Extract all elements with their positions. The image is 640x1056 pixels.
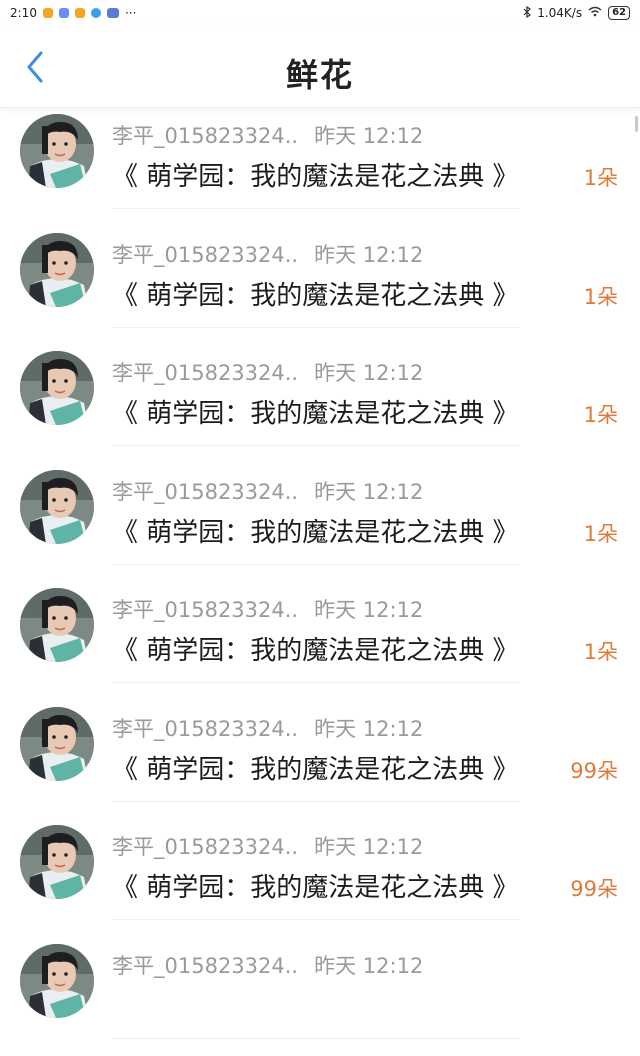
- scrollbar[interactable]: [635, 116, 638, 132]
- notification-app-icon: [75, 8, 85, 18]
- more-notifications: ···: [125, 6, 136, 20]
- timestamp: 昨天 12:12: [314, 717, 423, 741]
- header: 鲜花: [0, 26, 640, 108]
- timestamp: 昨天 12:12: [314, 361, 423, 385]
- list-item[interactable]: 李平_015823324.. 昨天 12:12 《 萌学园：我的魔法是花之法典 》…: [0, 582, 640, 701]
- user-name[interactable]: 李平_015823324..: [112, 835, 298, 859]
- book-title[interactable]: 《 萌学园：我的魔法是花之法典 》: [112, 749, 519, 786]
- status-left: 2:10 ···: [10, 6, 136, 20]
- timestamp: 昨天 12:12: [314, 835, 423, 859]
- divider: [112, 919, 520, 920]
- timestamp: 昨天 12:12: [314, 243, 423, 267]
- user-avatar[interactable]: [20, 351, 94, 425]
- list-item[interactable]: 李平_015823324.. 昨天 12:12 《 萌学园：我的魔法是花之法典 》…: [0, 345, 640, 464]
- row-meta: 李平_015823324..昨天 12:12: [112, 950, 423, 980]
- divider: [112, 682, 520, 683]
- row-meta: 李平_015823324.. 昨天 12:12: [112, 831, 423, 861]
- user-name[interactable]: 李平_015823324..: [112, 480, 298, 504]
- network-speed: 1.04K/s: [537, 6, 582, 20]
- book-title[interactable]: 《 萌学园：我的魔法是花之法典 》: [112, 393, 519, 430]
- user-avatar[interactable]: [20, 707, 94, 781]
- list-item[interactable]: 李平_015823324.. 昨天 12:12 《 萌学园：我的魔法是花之法典 》…: [0, 464, 640, 583]
- user-name[interactable]: 李平_015823324..: [112, 124, 298, 148]
- row-meta: 李平_015823324.. 昨天 12:12: [112, 476, 423, 506]
- notification-app-icon: [107, 8, 119, 18]
- book-title[interactable]: 《 萌学园：我的魔法是花之法典 》: [112, 156, 519, 193]
- divider: [112, 564, 520, 565]
- notification-app-icon: [43, 8, 53, 18]
- flower-count: 1朵: [584, 399, 618, 429]
- row-meta: 李平_015823324.. 昨天 12:12: [112, 120, 423, 150]
- book-title[interactable]: 《 萌学园：我的魔法是花之法典 》: [112, 867, 519, 904]
- divider: [112, 1038, 520, 1039]
- list-item[interactable]: 李平_015823324.. 昨天 12:12 《 萌学园：我的魔法是花之法典 》…: [0, 108, 640, 227]
- battery-level: 62: [608, 6, 630, 20]
- divider: [112, 208, 520, 209]
- flower-list: 李平_015823324.. 昨天 12:12 《 萌学园：我的魔法是花之法典 》…: [0, 108, 640, 1056]
- flower-count: 99朵: [570, 873, 618, 903]
- row-meta: 李平_015823324.. 昨天 12:12: [112, 713, 423, 743]
- user-name[interactable]: 李平_015823324..: [112, 598, 298, 622]
- notification-app-icon: [59, 8, 69, 18]
- page-title: 鲜花: [0, 50, 640, 96]
- timestamp: 昨天 12:12: [314, 480, 423, 504]
- status-time: 2:10: [10, 6, 37, 20]
- notification-app-icon: [91, 8, 101, 18]
- wifi-icon: [588, 6, 602, 20]
- book-title[interactable]: 《 萌学园：我的魔法是花之法典 》: [112, 630, 519, 667]
- status-bar: 2:10 ··· 1.04K/s 62: [0, 0, 640, 26]
- row-meta: 李平_015823324.. 昨天 12:12: [112, 239, 423, 269]
- user-avatar[interactable]: [20, 588, 94, 662]
- row-meta: 李平_015823324.. 昨天 12:12: [112, 357, 423, 387]
- book-title[interactable]: 《 萌学园：我的魔法是花之法典 》: [112, 275, 519, 312]
- flower-count: 1朵: [584, 518, 618, 548]
- flower-count: 1朵: [584, 636, 618, 666]
- user-avatar[interactable]: [20, 114, 94, 188]
- list-item[interactable]: 李平_015823324..昨天 12:12: [0, 938, 640, 1056]
- list-item[interactable]: 李平_015823324.. 昨天 12:12 《 萌学园：我的魔法是花之法典 》…: [0, 819, 640, 938]
- list-item[interactable]: 李平_015823324.. 昨天 12:12 《 萌学园：我的魔法是花之法典 》…: [0, 227, 640, 346]
- timestamp: 昨天 12:12: [314, 598, 423, 622]
- user-name[interactable]: 李平_015823324..: [112, 243, 298, 267]
- book-title[interactable]: 《 萌学园：我的魔法是花之法典 》: [112, 512, 519, 549]
- flower-count: 99朵: [570, 755, 618, 785]
- bluetooth-icon: [523, 6, 531, 21]
- user-avatar[interactable]: [20, 825, 94, 899]
- user-avatar[interactable]: [20, 944, 94, 1018]
- divider: [112, 445, 520, 446]
- row-meta: 李平_015823324.. 昨天 12:12: [112, 594, 423, 624]
- list-item[interactable]: 李平_015823324.. 昨天 12:12 《 萌学园：我的魔法是花之法典 》…: [0, 701, 640, 820]
- timestamp: 昨天 12:12: [314, 124, 423, 148]
- user-avatar[interactable]: [20, 470, 94, 544]
- flower-count: 1朵: [584, 281, 618, 311]
- user-avatar[interactable]: [20, 233, 94, 307]
- divider: [112, 327, 520, 328]
- flower-count: 1朵: [584, 162, 618, 192]
- user-name[interactable]: 李平_015823324..: [112, 361, 298, 385]
- user-name[interactable]: 李平_015823324..: [112, 717, 298, 741]
- divider: [112, 801, 520, 802]
- status-right: 1.04K/s 62: [523, 6, 630, 21]
